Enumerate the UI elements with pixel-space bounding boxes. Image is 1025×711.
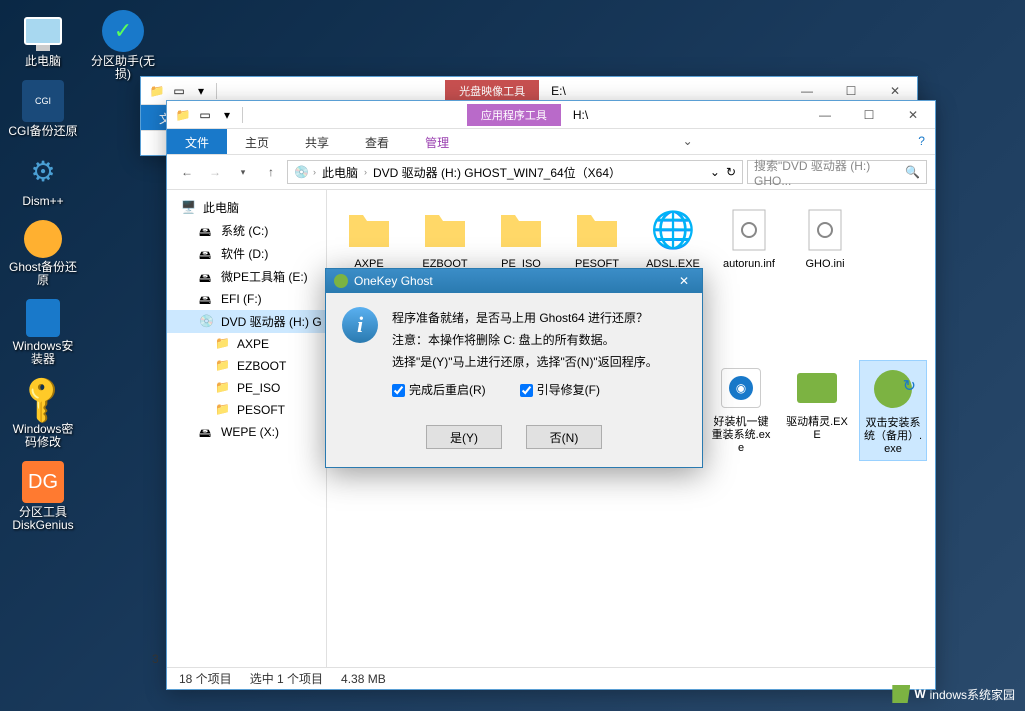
nav-back-button[interactable]: ← (175, 160, 199, 184)
help-icon[interactable]: ? (908, 129, 935, 154)
close-button[interactable]: ✕ (891, 101, 935, 129)
ribbon: 文件 主页 共享 查看 管理 ⌄ ? (167, 129, 935, 155)
tree-drive-d[interactable]: 🖴软件 (D:) (167, 242, 326, 265)
dialog-app-icon (334, 274, 348, 288)
ribbon-tab-manage[interactable]: 管理 (407, 129, 467, 154)
tree-folder-ezboot[interactable]: 📁EZBOOT (167, 355, 326, 377)
dialog-message: 程序准备就绪，是否马上用 Ghost64 进行还原？ 注意：本操作将删除 C: … (392, 307, 658, 401)
file-exe-install[interactable]: ↻双击安装系统（备用）.exe (859, 360, 927, 461)
window-controls: — ☐ ✕ (803, 101, 935, 129)
tree-folder-peiso[interactable]: 📁PE_ISO (167, 377, 326, 399)
desktop-icon-cgi[interactable]: CGICGI备份还原 (8, 80, 78, 138)
props-icon[interactable]: ▭ (195, 105, 215, 125)
file-exe-hzj[interactable]: ◉好装机一键重装系统.exe (707, 360, 775, 461)
checkbox-restart[interactable]: 完成后重启(R) (392, 379, 486, 401)
status-selected-count: 选中 1 个项目 (250, 670, 323, 687)
yes-button[interactable]: 是(Y) (426, 425, 502, 449)
ribbon-tab-view[interactable]: 查看 (347, 129, 407, 154)
minimize-button[interactable]: — (803, 101, 847, 129)
dialog-title: OneKey Ghost (354, 274, 433, 288)
folder-icon: 📁 (173, 105, 193, 125)
window-title: E:\ (551, 84, 566, 98)
props-icon[interactable]: ▭ (169, 81, 189, 101)
tree-drive-h[interactable]: 💿DVD 驱动器 (H:) G (167, 310, 326, 333)
checkbox-bootfix[interactable]: 引导修复(F) (520, 379, 600, 401)
contextual-tab[interactable]: 光盘映像工具 (445, 80, 539, 102)
status-size: 4.38 MB (341, 672, 386, 686)
tree-drive-c[interactable]: 🖴系统 (C:) (167, 219, 326, 242)
file-folder-peiso[interactable]: PE_ISO (487, 202, 555, 275)
tree-folder-pesoft[interactable]: 📁PESOFT (167, 399, 326, 421)
nav-recent-icon[interactable]: ▾ (231, 160, 255, 184)
file-menu[interactable]: 文件 (167, 129, 227, 154)
address-bar[interactable]: 💿 › 此电脑 › DVD 驱动器 (H:) GHOST_WIN7_64位（X6… (287, 160, 743, 184)
maximize-button[interactable]: ☐ (847, 101, 891, 129)
desktop-icon-dism[interactable]: ⚙Dism++ (8, 150, 78, 208)
status-bar: 18 个项目 选中 1 个项目 4.38 MB (167, 667, 935, 689)
tree-drive-f[interactable]: 🖴EFI (F:) (167, 288, 326, 310)
info-icon: i (342, 307, 378, 343)
ribbon-tab-share[interactable]: 共享 (287, 129, 347, 154)
breadcrumb-item[interactable]: DVD 驱动器 (H:) GHOST_WIN7_64位（X64） (371, 164, 623, 181)
watermark: Windows系统家园 (892, 685, 1015, 703)
no-button[interactable]: 否(N) (526, 425, 602, 449)
file-folder-pesoft[interactable]: PESOFT (563, 202, 631, 275)
nav-forward-button[interactable]: → (203, 160, 227, 184)
tree-drive-e[interactable]: 🖴微PE工具箱 (E:) (167, 265, 326, 288)
drive-icon: 💿 (294, 165, 309, 179)
breadcrumb-item[interactable]: 此电脑 (320, 164, 360, 181)
ribbon-collapse-icon[interactable]: ⌄ (673, 129, 703, 154)
qat-dropdown-icon[interactable]: ▾ (191, 81, 211, 101)
watermark-logo-icon (892, 685, 910, 703)
dialog-close-button[interactable]: ✕ (674, 274, 694, 288)
desktop-icon-diskgenius[interactable]: DG分区工具DiskGenius (8, 461, 78, 532)
search-icon: 🔍 (905, 165, 920, 179)
ribbon-tab-home[interactable]: 主页 (227, 129, 287, 154)
status-item-count: 18 个项目 (179, 670, 232, 687)
file-inf-autorun[interactable]: autorun.inf (715, 202, 783, 275)
file-exe-drvgenius[interactable]: 驱动精灵.EXE (783, 360, 851, 461)
address-bar-row: ← → ▾ ↑ 💿 › 此电脑 › DVD 驱动器 (H:) GHOST_WIN… (167, 155, 935, 190)
titlebar: 📁 ▭ ▾ 应用程序工具 H:\ — ☐ ✕ (167, 101, 935, 129)
window-title: H:\ (573, 108, 588, 122)
desktop-icon-ghost[interactable]: Ghost备份还原 (8, 220, 78, 287)
onekey-ghost-dialog: OneKey Ghost ✕ i 程序准备就绪，是否马上用 Ghost64 进行… (325, 268, 703, 468)
folder-icon: 📁 (147, 81, 167, 101)
navigation-pane[interactable]: 🖥️此电脑 🖴系统 (C:) 🖴软件 (D:) 🖴微PE工具箱 (E:) 🖴EF… (167, 190, 327, 667)
bg-status-count: 3 (152, 652, 159, 666)
desktop-icon-wininst[interactable]: Windows安装器 (8, 299, 78, 366)
desktop-icon-winpwd[interactable]: 🔑Windows密码修改 (8, 378, 78, 449)
desktop-icon-thispc[interactable]: 此电脑 (8, 10, 78, 68)
search-input[interactable]: 搜索"DVD 驱动器 (H:) GHO... 🔍 (747, 160, 927, 184)
file-folder-ezboot[interactable]: EZBOOT (411, 202, 479, 275)
qat-dropdown-icon[interactable]: ▾ (217, 105, 237, 125)
file-folder-axpe[interactable]: AXPE (335, 202, 403, 275)
desktop-column-1: 此电脑 CGICGI备份还原 ⚙Dism++ Ghost备份还原 Windows… (8, 10, 78, 544)
nav-up-button[interactable]: ↑ (259, 160, 283, 184)
desktop-icon-paragon[interactable]: ✓分区助手(无损) (88, 10, 158, 81)
dialog-titlebar[interactable]: OneKey Ghost ✕ (326, 269, 702, 293)
refresh-icon[interactable]: ↻ (726, 165, 736, 179)
addressbar-dropdown-icon[interactable]: ⌄ (710, 165, 720, 179)
tree-thispc[interactable]: 🖥️此电脑 (167, 196, 326, 219)
file-exe-adsl[interactable]: 🌐ADSL.EXE (639, 202, 707, 275)
tree-folder-axpe[interactable]: 📁AXPE (167, 333, 326, 355)
contextual-tab[interactable]: 应用程序工具 (467, 104, 561, 126)
file-ini-gho[interactable]: GHO.ini (791, 202, 859, 275)
tree-drive-x[interactable]: 🖴WEPE (X:) (167, 421, 326, 443)
